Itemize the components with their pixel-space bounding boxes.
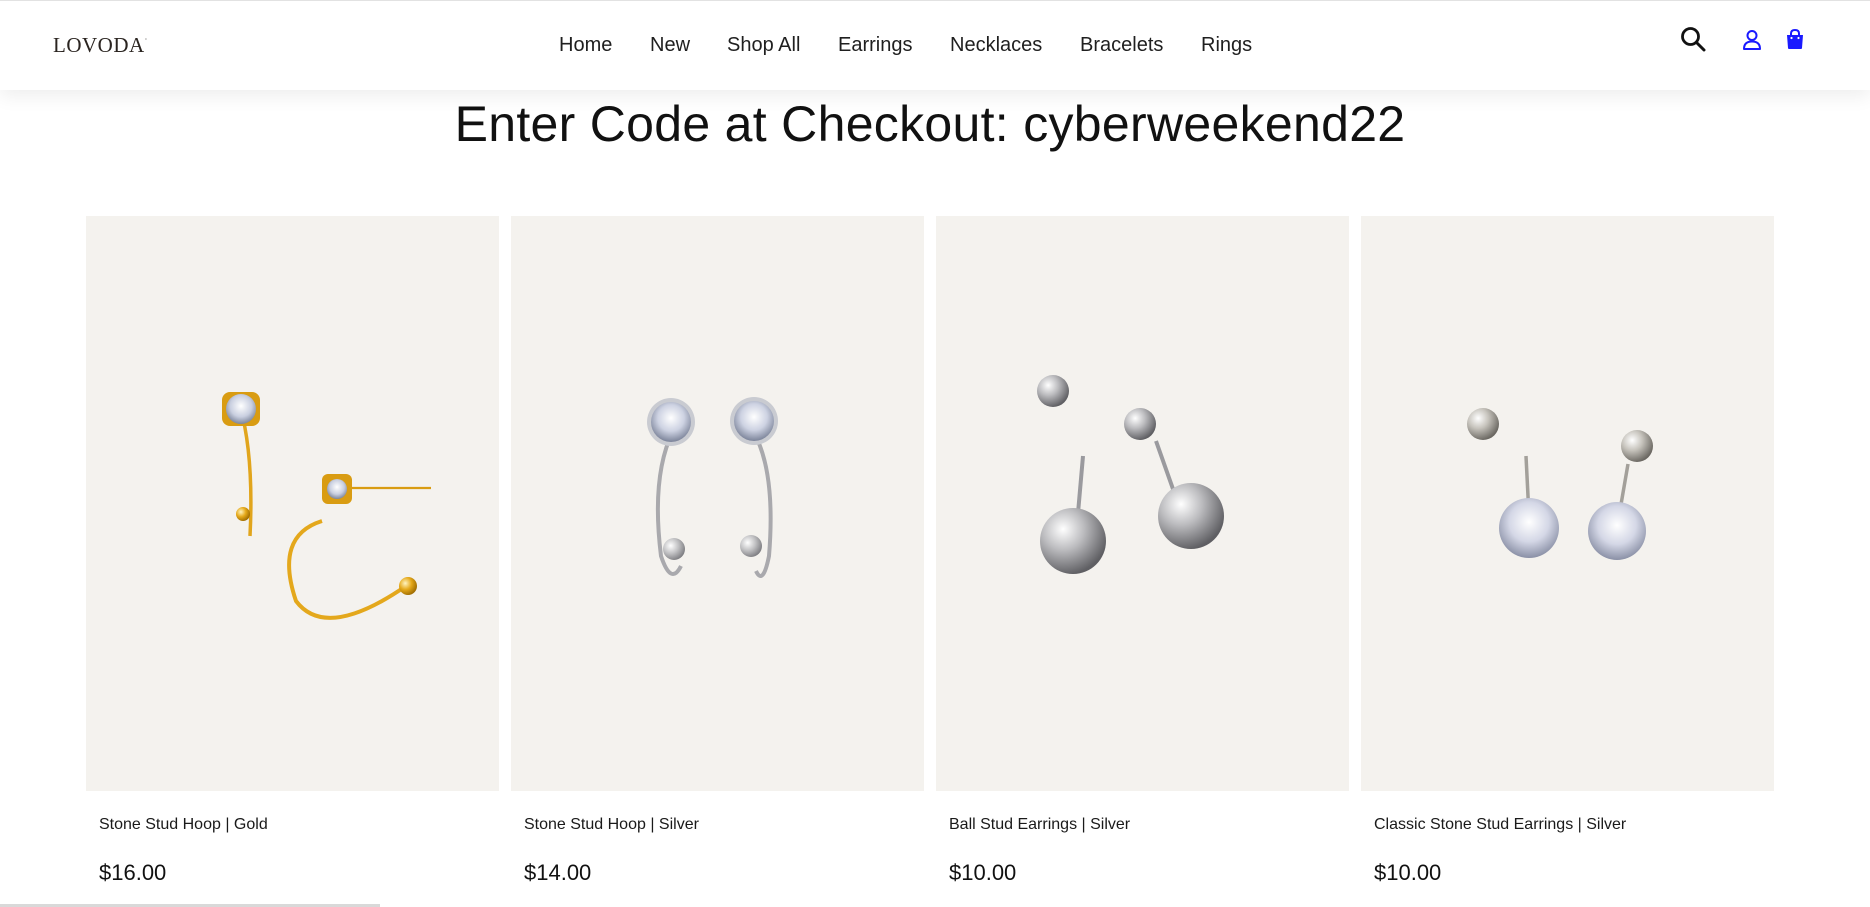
product-name[interactable]: Stone Stud Hoop | Gold bbox=[99, 816, 268, 834]
product-image[interactable] bbox=[1361, 216, 1774, 791]
site-header: LOVODA· Home New Shop All Earrings Neckl… bbox=[0, 0, 1870, 90]
nav-rings[interactable]: Rings bbox=[1201, 34, 1252, 57]
product-card[interactable]: Stone Stud Hoop | Gold $16.00 bbox=[86, 216, 499, 896]
cart-icon[interactable] bbox=[1785, 28, 1805, 50]
main-nav: Home New Shop All Earrings Necklaces Bra… bbox=[0, 1, 1870, 91]
search-icon[interactable] bbox=[1680, 26, 1706, 52]
product-image[interactable] bbox=[86, 216, 499, 791]
silver-hoop-earrings-image bbox=[647, 397, 778, 578]
product-price: $16.00 bbox=[99, 860, 167, 885]
product-price: $14.00 bbox=[524, 860, 592, 885]
gold-hoop-earrings-image bbox=[222, 392, 431, 620]
product-price: $10.00 bbox=[1374, 860, 1442, 885]
account-icon[interactable] bbox=[1742, 29, 1762, 51]
product-card[interactable]: Classic Stone Stud Earrings | Silver $10… bbox=[1361, 216, 1774, 896]
promo-banner-title: Enter Code at Checkout: cyberweekend22 bbox=[454, 96, 1406, 152]
product-name[interactable]: Stone Stud Hoop | Silver bbox=[524, 816, 699, 834]
ball-stud-earrings-image bbox=[1037, 375, 1224, 574]
nav-bracelets[interactable]: Bracelets bbox=[1080, 34, 1163, 57]
nav-shop-all[interactable]: Shop All bbox=[727, 34, 800, 57]
classic-stone-stud-earrings-image bbox=[1467, 408, 1653, 560]
nav-new[interactable]: New bbox=[650, 34, 690, 57]
product-image[interactable] bbox=[511, 216, 924, 791]
product-image[interactable] bbox=[936, 216, 1349, 791]
nav-necklaces[interactable]: Necklaces bbox=[950, 34, 1042, 57]
product-card[interactable]: Stone Stud Hoop | Silver $14.00 bbox=[511, 216, 924, 896]
product-card[interactable]: Ball Stud Earrings | Silver $10.00 bbox=[936, 216, 1349, 896]
product-name[interactable]: Ball Stud Earrings | Silver bbox=[949, 816, 1130, 834]
product-name[interactable]: Classic Stone Stud Earrings | Silver bbox=[1374, 816, 1626, 834]
nav-home[interactable]: Home bbox=[559, 34, 612, 57]
product-price: $10.00 bbox=[949, 860, 1017, 885]
nav-earrings[interactable]: Earrings bbox=[838, 34, 912, 57]
